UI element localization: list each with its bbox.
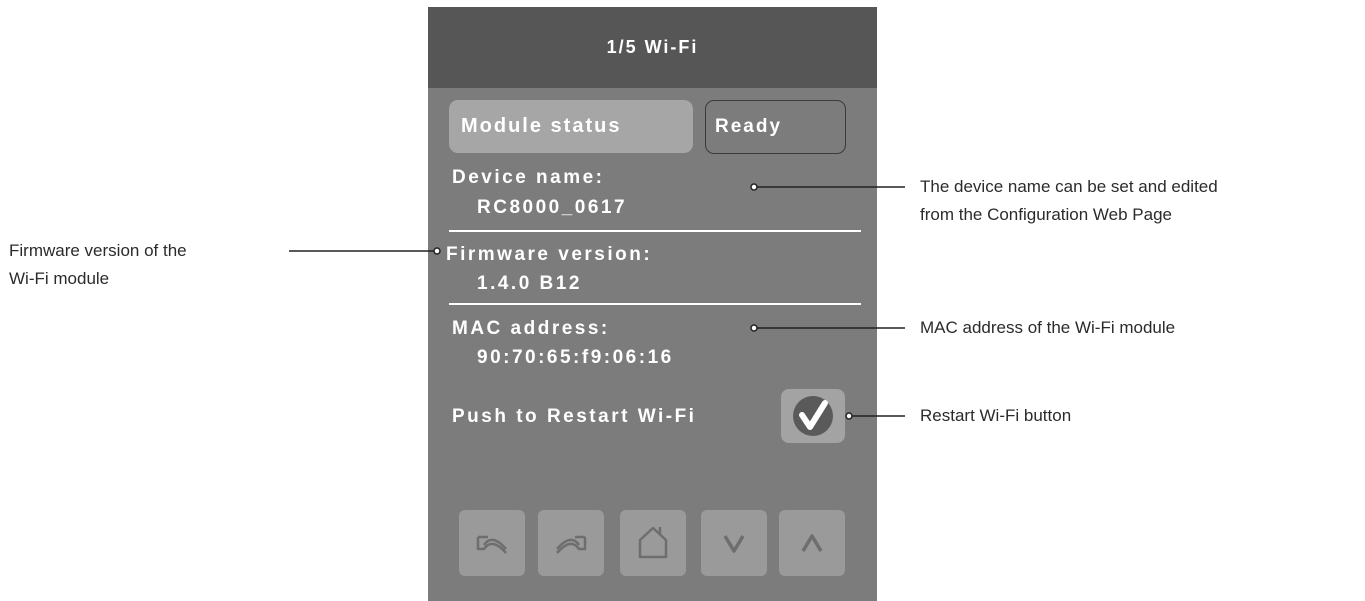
callout-text-line: Wi-Fi module xyxy=(9,269,110,288)
callout-lines xyxy=(289,183,905,420)
mac-callout: MAC address of the Wi-Fi module xyxy=(920,318,1176,337)
restart-callout: Restart Wi-Fi button xyxy=(920,406,1072,425)
firmware-callout: Firmware version of the Wi-Fi module xyxy=(9,237,187,293)
callout-text-line: Firmware version of the xyxy=(9,241,187,260)
device-name-callout: The device name can be set and edited fro… xyxy=(920,173,1218,229)
callout-text-line: from the Configuration Web Page xyxy=(920,205,1172,224)
callout-text-line: The device name can be set and edited xyxy=(920,177,1218,196)
